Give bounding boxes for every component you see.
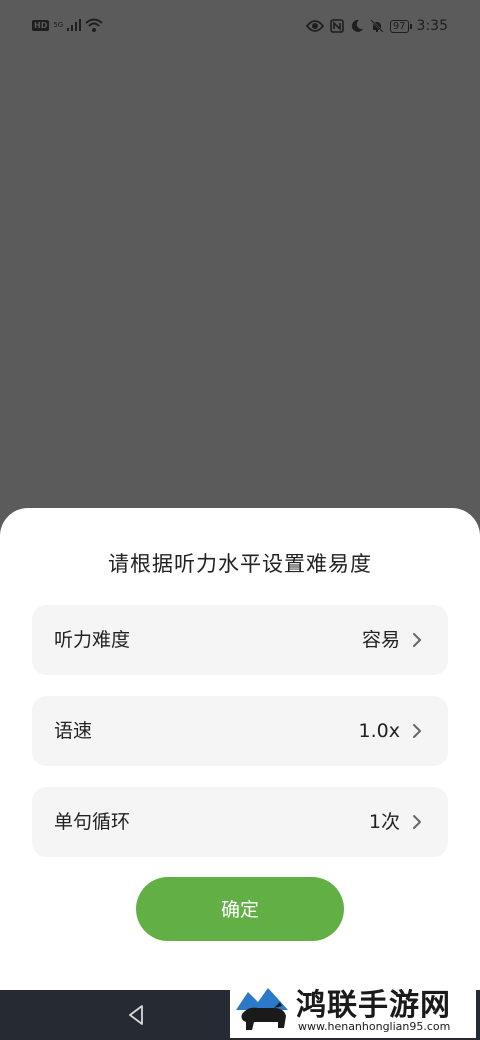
watermark: 鸿联手游网 www.henanhonglian95.com xyxy=(230,978,476,1038)
row-label: 听力难度 xyxy=(54,629,131,651)
difficulty-settings-sheet: 请根据听力水平设置难易度 听力难度 容易 语速 1.0x 单句循环 1次 确定 xyxy=(0,508,480,990)
watermark-url: www.henanhonglian95.com xyxy=(298,1020,451,1033)
chevron-right-icon xyxy=(413,724,421,738)
confirm-button[interactable]: 确定 xyxy=(136,877,344,941)
chevron-right-icon xyxy=(413,633,421,647)
listening-difficulty-row[interactable]: 听力难度 容易 xyxy=(32,605,448,675)
wifi-icon xyxy=(85,18,103,32)
status-time: 3:35 xyxy=(416,18,448,34)
row-label: 单句循环 xyxy=(54,811,131,833)
sentence-loop-row[interactable]: 单句循环 1次 xyxy=(32,787,448,857)
nfc-icon xyxy=(330,19,344,33)
bull-logo-icon xyxy=(234,980,290,1036)
hd-icon: HD xyxy=(32,19,50,31)
row-value: 1次 xyxy=(368,811,400,833)
status-right: 97 3:35 xyxy=(305,18,448,34)
row-value: 容易 xyxy=(361,629,400,651)
row-value: 1.0x xyxy=(358,720,400,742)
row-label: 语速 xyxy=(54,720,93,742)
screen: HD 5G 97 3:35 请根据听力水平设置难易度 听力难度 容易 语速 1.… xyxy=(0,0,480,1040)
chevron-right-icon xyxy=(413,815,421,829)
moon-icon xyxy=(351,19,363,32)
scrim-overlay[interactable] xyxy=(0,56,480,508)
speech-speed-row[interactable]: 语速 1.0x xyxy=(32,696,448,766)
sheet-title: 请根据听力水平设置难易度 xyxy=(108,552,372,576)
status-left: HD 5G xyxy=(32,18,103,32)
status-bar: HD 5G 97 3:35 xyxy=(0,0,480,56)
eye-icon xyxy=(305,20,324,32)
signal-icon xyxy=(67,19,82,31)
network-type: 5G xyxy=(53,21,64,29)
watermark-title: 鸿联手游网 xyxy=(296,988,451,1023)
back-icon[interactable] xyxy=(124,1002,150,1028)
bell-off-icon xyxy=(370,19,384,33)
battery-icon: 97 xyxy=(389,19,412,33)
